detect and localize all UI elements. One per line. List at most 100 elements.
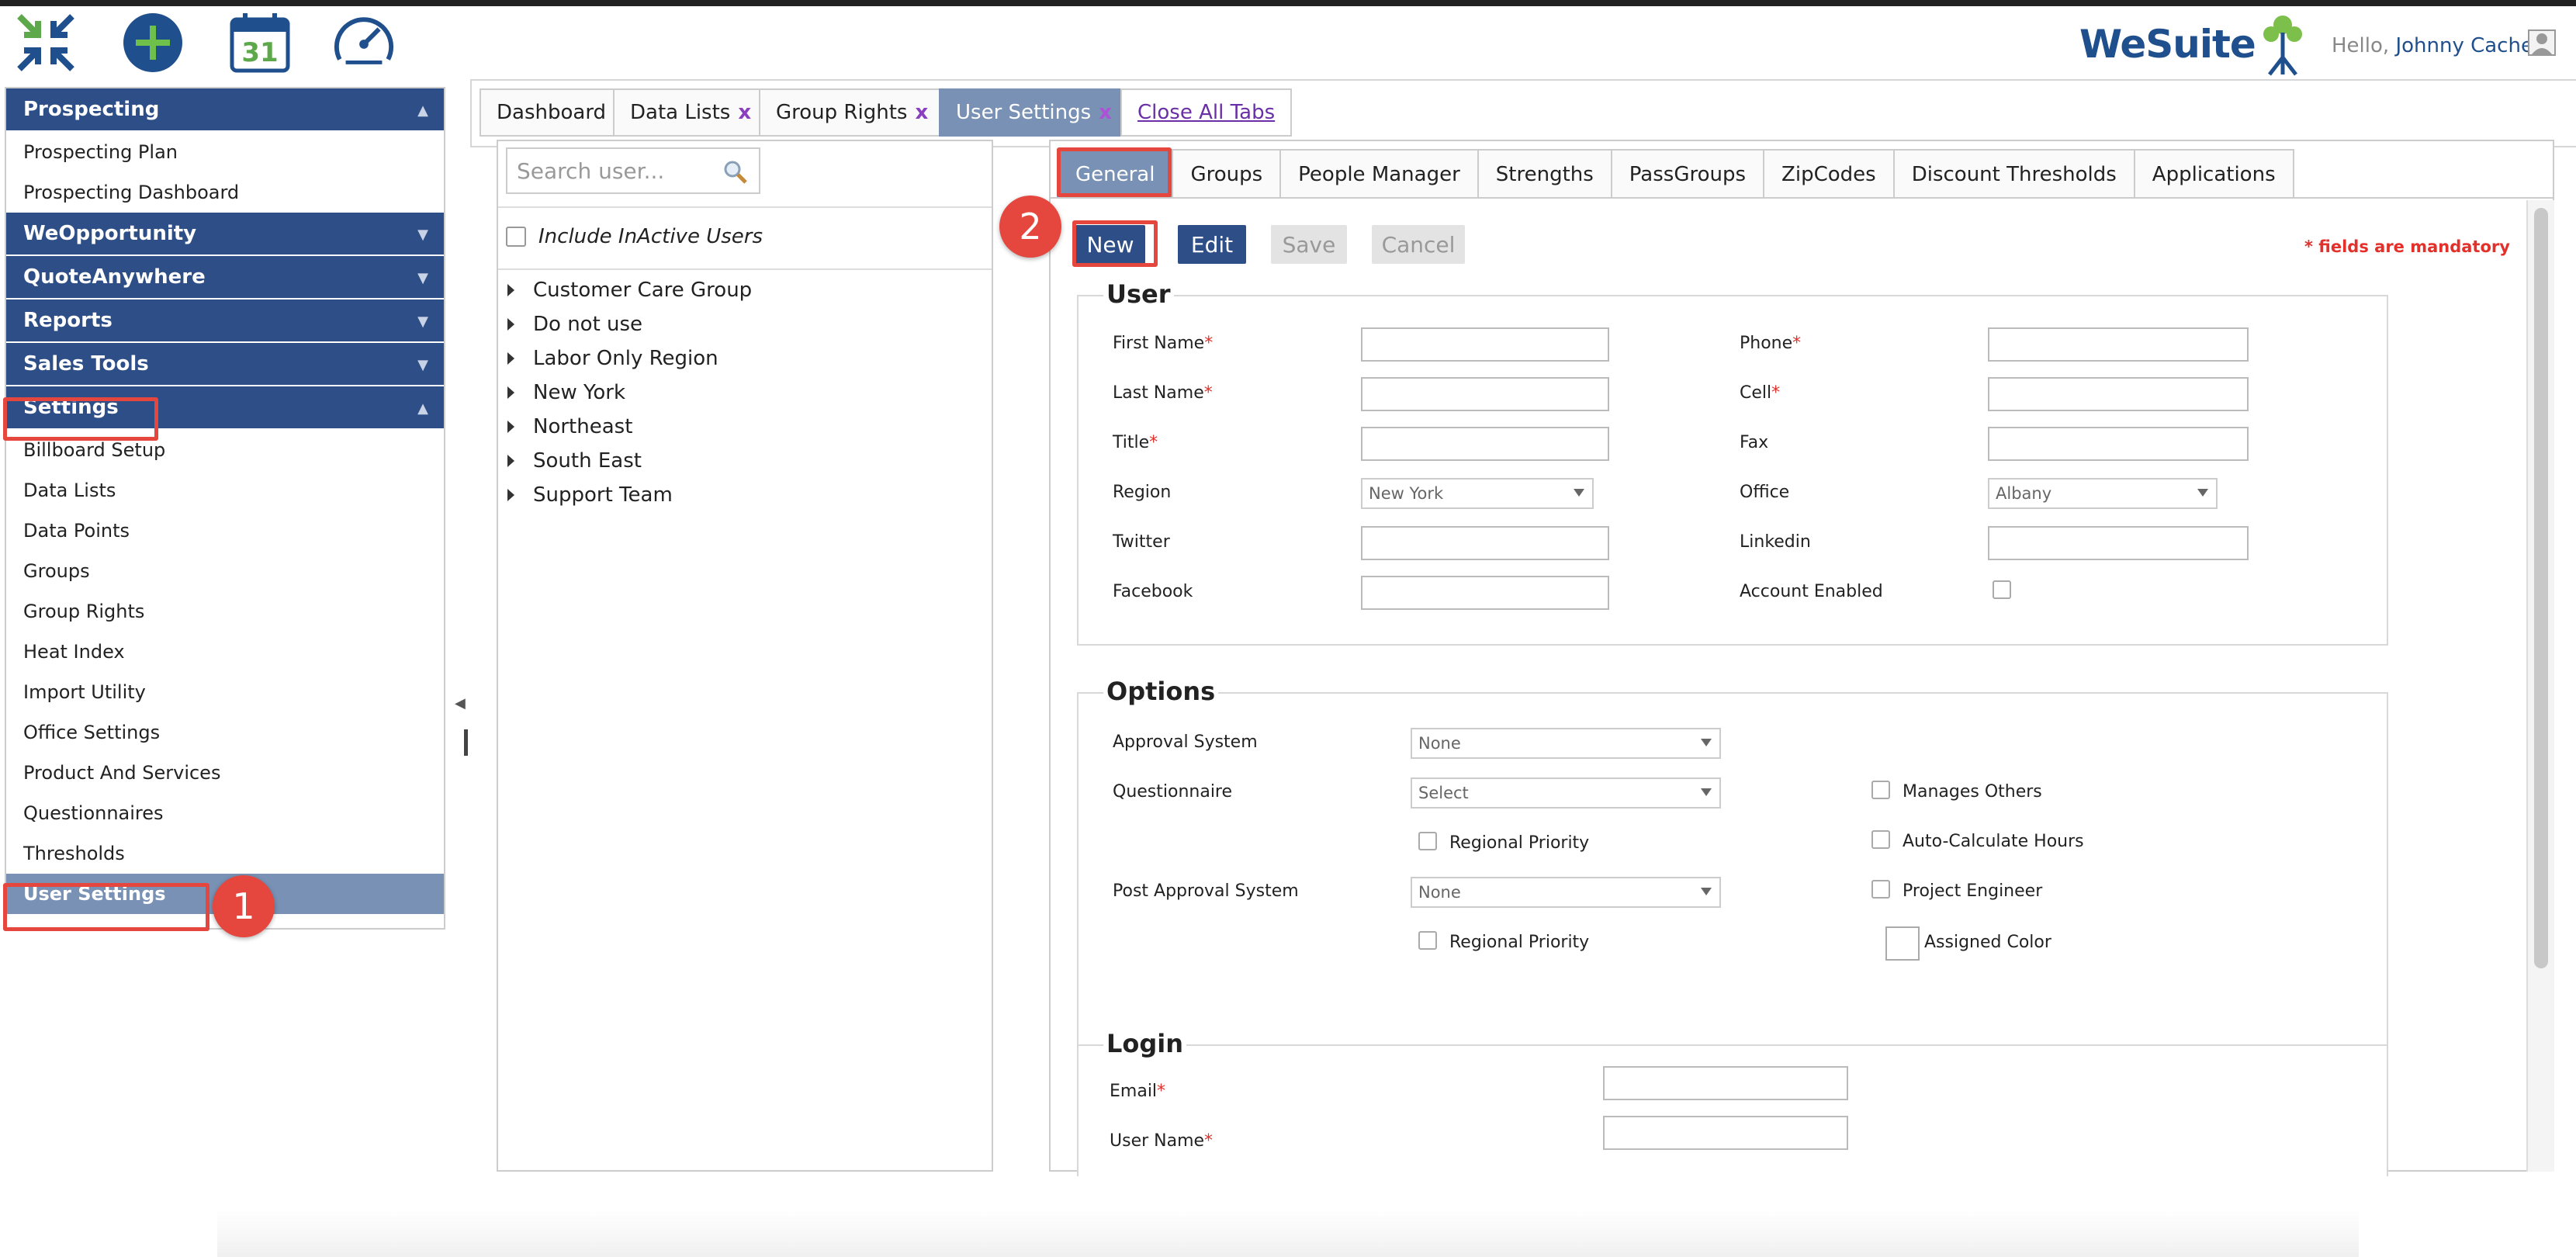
sidebar-item-product-and-services[interactable]: Product And Services <box>6 753 444 793</box>
subtab-applications[interactable]: Applications <box>2133 149 2294 199</box>
tab-data-lists[interactable]: Data Lists x <box>613 88 769 137</box>
tab-bar: Dashboard Data Lists x Group Rights x User… <box>470 79 2576 147</box>
region-select[interactable]: New York <box>1361 478 1594 509</box>
post-regional-priority-checkbox[interactable] <box>1418 931 1437 950</box>
include-inactive-row[interactable]: Include InActive Users <box>506 225 763 248</box>
cell-field[interactable] <box>1988 377 2249 411</box>
last-name-field[interactable] <box>1361 377 1609 411</box>
calendar-icon[interactable]: 31 <box>228 11 292 74</box>
sidebar-section-sales-tools[interactable]: Sales Tools ▼ <box>6 343 444 386</box>
subtab-passgroups[interactable]: PassGroups <box>1610 149 1765 199</box>
twitter-field[interactable] <box>1361 526 1609 560</box>
account-enabled-checkbox[interactable] <box>1993 580 2011 599</box>
expand-triangle-icon[interactable] <box>507 489 514 501</box>
sidebar-item-heat-index[interactable]: Heat Index <box>6 632 444 672</box>
sidebar-section-weopportunity[interactable]: WeOpportunity ▼ <box>6 213 444 256</box>
username-field[interactable] <box>1603 1116 1848 1150</box>
approval-system-select[interactable]: None <box>1411 728 1721 759</box>
search-input[interactable]: Search user... <box>506 147 760 194</box>
sidebar-section-reports[interactable]: Reports ▼ <box>6 300 444 343</box>
email-field[interactable] <box>1603 1066 1848 1100</box>
assigned-color-swatch[interactable] <box>1885 926 1920 961</box>
subtab-discount-thresholds[interactable]: Discount Thresholds <box>1892 149 2135 199</box>
title-field[interactable] <box>1361 427 1609 461</box>
office-select[interactable]: Albany <box>1988 478 2218 509</box>
expand-down-icon[interactable]: ▼ <box>417 313 428 330</box>
collapse-up-icon[interactable]: ▲ <box>417 400 428 417</box>
expand-down-icon[interactable]: ▼ <box>417 270 428 286</box>
sidebar-item-prospecting-plan[interactable]: Prospecting Plan <box>6 132 444 172</box>
tree-node-do-not-use[interactable]: Do not use <box>504 307 752 341</box>
tab-dashboard[interactable]: Dashboard <box>480 88 624 137</box>
expand-down-icon[interactable]: ▼ <box>417 357 428 373</box>
sidebar-item-import-utility[interactable]: Import Utility <box>6 672 444 712</box>
facebook-field[interactable] <box>1361 576 1609 610</box>
scrollbar[interactable] <box>2526 200 2554 1172</box>
user-name-link[interactable]: Johnny Cache <box>2395 34 2533 57</box>
splitter-handle[interactable] <box>464 729 468 756</box>
tree-node-northeast[interactable]: Northeast <box>504 410 752 444</box>
subtab-people-manager[interactable]: People Manager <box>1279 149 1479 199</box>
tree-node-south-east[interactable]: South East <box>504 444 752 478</box>
subtab-groups[interactable]: Groups <box>1172 149 1282 199</box>
first-name-field[interactable] <box>1361 327 1609 362</box>
add-circle-icon[interactable] <box>121 11 185 74</box>
highlight-new-button <box>1072 220 1158 267</box>
phone-field[interactable] <box>1988 327 2249 362</box>
close-all-tabs-link[interactable]: Close All Tabs <box>1120 88 1293 137</box>
subtab-zipcodes[interactable]: ZipCodes <box>1763 149 1895 199</box>
expand-triangle-icon[interactable] <box>507 352 514 365</box>
save-button[interactable]: Save <box>1271 225 1347 264</box>
search-icon[interactable] <box>723 160 748 185</box>
sidebar-item-prospecting-dashboard[interactable]: Prospecting Dashboard <box>6 172 444 213</box>
collapse-arrows-icon[interactable] <box>14 11 78 74</box>
expand-triangle-icon[interactable] <box>507 455 514 467</box>
scrollbar-thumb[interactable] <box>2534 208 2548 968</box>
fax-field[interactable] <box>1988 427 2249 461</box>
close-tab-icon[interactable]: x <box>915 101 928 124</box>
tree-node-labor-only-region[interactable]: Labor Only Region <box>504 341 752 376</box>
include-inactive-checkbox[interactable] <box>506 227 526 247</box>
edit-button[interactable]: Edit <box>1178 225 1246 264</box>
avatar-icon[interactable] <box>2528 29 2556 56</box>
sidebar-section-prospecting[interactable]: Prospecting ▲ <box>6 88 444 132</box>
divider <box>1051 197 2553 199</box>
sidebar-item-groups[interactable]: Groups <box>6 551 444 591</box>
linkedin-field[interactable] <box>1988 526 2249 560</box>
tree-node-customer-care-group[interactable]: Customer Care Group <box>504 273 752 307</box>
collapse-up-icon[interactable]: ▲ <box>417 102 428 119</box>
auto-calculate-checkbox[interactable] <box>1871 830 1890 849</box>
expand-triangle-icon[interactable] <box>507 284 514 296</box>
highlight-settings <box>3 397 158 441</box>
regional-priority-checkbox[interactable] <box>1418 832 1437 850</box>
questionnaire-select[interactable]: Select <box>1411 777 1721 809</box>
expand-down-icon[interactable]: ▼ <box>417 227 428 243</box>
bottom-shadow <box>217 1210 2359 1257</box>
close-tab-icon[interactable]: x <box>738 101 751 124</box>
sidebar-item-group-rights[interactable]: Group Rights <box>6 591 444 632</box>
manages-others-checkbox[interactable] <box>1871 781 1890 799</box>
facebook-label: Facebook <box>1113 582 1193 601</box>
sidebar-item-data-points[interactable]: Data Points <box>6 511 444 551</box>
speedometer-icon[interactable] <box>332 11 396 74</box>
sidebar-item-questionnaires[interactable]: Questionnaires <box>6 793 444 833</box>
tab-user-settings[interactable]: User Settings x <box>939 88 1129 137</box>
tab-group-rights[interactable]: Group Rights x <box>759 88 946 137</box>
project-engineer-checkbox[interactable] <box>1871 880 1890 899</box>
close-tab-icon[interactable]: x <box>1099 101 1112 124</box>
sidebar-item-data-lists[interactable]: Data Lists <box>6 470 444 511</box>
expand-triangle-icon[interactable] <box>507 421 514 433</box>
tree-node-new-york[interactable]: New York <box>504 376 752 410</box>
sidebar-section-quoteanywhere[interactable]: QuoteAnywhere ▼ <box>6 256 444 300</box>
collapse-panel-icon[interactable]: ◀ <box>455 695 466 712</box>
expand-triangle-icon[interactable] <box>507 386 514 399</box>
post-approval-label: Post Approval System <box>1113 881 1299 901</box>
tree-node-support-team[interactable]: Support Team <box>504 478 752 512</box>
sidebar-item-thresholds[interactable]: Thresholds <box>6 833 444 874</box>
sidebar-item-office-settings[interactable]: Office Settings <box>6 712 444 753</box>
subtab-strengths[interactable]: Strengths <box>1477 149 1612 199</box>
expand-triangle-icon[interactable] <box>507 318 514 331</box>
cancel-button[interactable]: Cancel <box>1372 225 1465 264</box>
post-approval-select[interactable]: None <box>1411 877 1721 908</box>
username-label: User Name* <box>1110 1131 1214 1151</box>
